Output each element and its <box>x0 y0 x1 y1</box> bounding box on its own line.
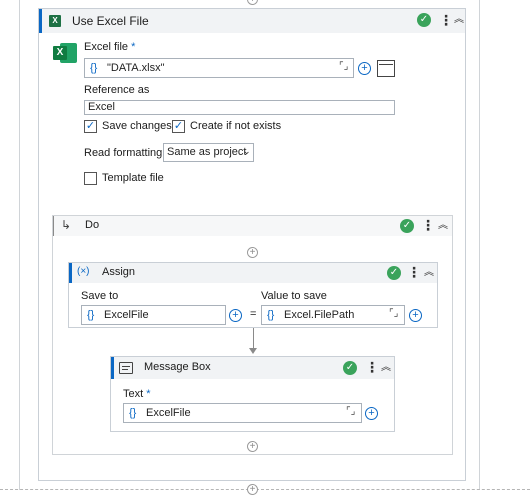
save-to-plus-icon[interactable]: + <box>229 309 242 322</box>
do-chevron-double-up-icon[interactable]: ︽ <box>438 220 448 232</box>
excel-icon: X <box>53 41 77 65</box>
save-to-input[interactable]: {} ExcelFile <box>81 305 226 325</box>
top-add-activity-icon[interactable]: + <box>247 0 258 5</box>
outer-frame-right <box>479 0 480 490</box>
save-to-value: ExcelFile <box>104 309 149 321</box>
value-to-save-input[interactable]: {} Excel.FilePath ⌜⌟ <box>261 305 405 325</box>
text-input[interactable]: {} ExcelFile ⌜⌟ <box>123 403 362 423</box>
do-container: ↳ Do ✓ ⋮ ︽ + (×) Assign ✓ ⋮ ︽ Save to {}… <box>52 215 453 455</box>
value-curly-icon: {} <box>267 309 275 321</box>
value-plus-icon[interactable]: + <box>409 309 422 322</box>
excel-small-icon: X <box>49 15 61 27</box>
template-file-label: Template file <box>102 172 164 184</box>
bottom-add-activity-icon[interactable]: + <box>247 484 258 495</box>
flow-connector <box>253 328 254 350</box>
value-to-save-value: Excel.FilePath <box>284 309 355 321</box>
reference-as-value: Excel <box>88 101 115 113</box>
message-box-icon <box>119 362 133 374</box>
do-add-activity-icon[interactable]: + <box>247 247 258 258</box>
kebab-icon[interactable]: ⋮ <box>439 13 453 27</box>
check-circle-icon: ✓ <box>417 13 431 27</box>
excel-file-plus-icon[interactable]: + <box>358 62 371 75</box>
do-check-circle-icon: ✓ <box>400 219 414 233</box>
save-changes-label: Save changes <box>102 120 172 132</box>
use-excel-file-title: Use Excel File <box>72 14 149 28</box>
text-curly-icon: {} <box>129 407 137 419</box>
create-if-not-exists-checkbox[interactable]: ✓ <box>172 120 185 133</box>
message-box-kebab-icon[interactable]: ⋮ <box>365 360 379 374</box>
flow-arrow-head <box>249 348 257 354</box>
template-file-checkbox[interactable] <box>84 172 97 185</box>
assign-variable-icon: (×) <box>77 266 90 277</box>
text-expand-icon[interactable]: ⌜⌟ <box>346 406 355 417</box>
do-title: Do <box>85 219 100 231</box>
assign-header[interactable]: (×) Assign ✓ ⋮ ︽ <box>69 263 437 283</box>
assign-kebab-icon[interactable]: ⋮ <box>407 265 421 279</box>
curly-braces-icon: {} <box>90 62 98 74</box>
read-formatting-label: Read formatting <box>84 147 163 159</box>
assign-title: Assign <box>102 266 136 278</box>
message-box-check-circle-icon: ✓ <box>343 361 357 375</box>
chevron-down-icon: ⌄ <box>243 146 251 156</box>
create-if-not-exists-label: Create if not exists <box>190 120 282 132</box>
message-box-title: Message Box <box>144 361 211 373</box>
folder-icon[interactable] <box>377 60 395 77</box>
assign-check-circle-icon: ✓ <box>387 266 401 280</box>
excel-file-input[interactable]: {} "DATA.xlsx" ⌜⌟ <box>84 58 354 78</box>
excel-file-value: "DATA.xlsx" <box>107 62 165 74</box>
message-box-header[interactable]: Message Box ✓ ⋮ ︽ <box>111 357 394 379</box>
text-label: Text * <box>123 388 151 400</box>
save-changes-checkbox[interactable]: ✓ <box>84 120 97 133</box>
do-kebab-icon[interactable]: ⋮ <box>421 218 435 232</box>
message-box-card: Message Box ✓ ⋮ ︽ Text * {} ExcelFile ⌜⌟… <box>110 356 395 432</box>
reference-as-input[interactable]: Excel <box>84 100 395 115</box>
text-value: ExcelFile <box>146 407 191 419</box>
value-expand-icon[interactable]: ⌜⌟ <box>389 308 398 319</box>
message-box-chevron-double-up-icon[interactable]: ︽ <box>381 362 391 374</box>
arrow-down-right-icon: ↳ <box>61 218 72 232</box>
assign-chevron-double-up-icon[interactable]: ︽ <box>424 267 434 279</box>
outer-frame-left <box>19 0 20 490</box>
value-to-save-label: Value to save <box>261 290 327 302</box>
excel-file-label: Excel file * <box>84 41 136 53</box>
outer-frame-bottom <box>0 489 530 490</box>
read-formatting-select[interactable]: Same as project ⌄ <box>163 143 254 162</box>
do-bottom-add-activity-icon[interactable]: + <box>247 441 258 452</box>
use-excel-file-card: X Use Excel File ✓ ⋮ ︽ X Excel file * {}… <box>38 8 466 481</box>
chevron-double-up-icon[interactable]: ︽ <box>454 14 464 26</box>
text-plus-icon[interactable]: + <box>365 407 378 420</box>
do-header[interactable]: ↳ Do ✓ ⋮ ︽ <box>53 216 452 236</box>
read-formatting-value: Same as project <box>167 146 247 158</box>
equals-sign: = <box>250 308 257 320</box>
assign-card: (×) Assign ✓ ⋮ ︽ Save to {} ExcelFile + … <box>68 262 438 328</box>
expand-icon[interactable]: ⌜⌟ <box>339 61 348 72</box>
save-to-curly-icon: {} <box>87 309 95 321</box>
reference-as-label: Reference as <box>84 84 150 96</box>
use-excel-file-header[interactable]: X Use Excel File ✓ ⋮ ︽ <box>39 9 465 33</box>
save-to-label: Save to <box>81 290 119 302</box>
